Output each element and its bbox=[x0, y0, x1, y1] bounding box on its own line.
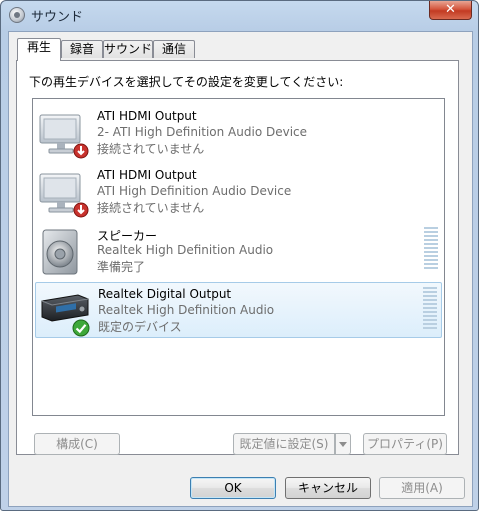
device-item-selected[interactable]: Realtek Digital Output Realtek High Defi… bbox=[35, 282, 442, 338]
sound-dialog: サウンド ✕ 再生 録音 サウンド 通信 下の再生デバイスを選択してその設定を変… bbox=[0, 0, 479, 511]
device-name: Realtek Digital Output bbox=[98, 287, 232, 301]
volume-level-meter bbox=[424, 227, 438, 273]
close-button[interactable]: ✕ bbox=[429, 1, 472, 20]
device-name: ATI HDMI Output bbox=[97, 168, 197, 182]
tab-communications[interactable]: 通信 bbox=[153, 40, 195, 58]
ok-button[interactable]: OK bbox=[190, 477, 276, 499]
cancel-button[interactable]: キャンセル bbox=[285, 477, 371, 499]
device-item[interactable]: ATI HDMI Output ATI High Definition Audi… bbox=[35, 164, 442, 220]
device-description: ATI High Definition Audio Device bbox=[97, 184, 292, 198]
disconnected-badge-icon bbox=[73, 143, 89, 159]
speaker-icon bbox=[42, 229, 78, 275]
tab-sounds[interactable]: サウンド bbox=[103, 40, 153, 58]
playback-panel: 下の再生デバイスを選択してその設定を変更してください: ATI HDMI Out… bbox=[16, 60, 459, 455]
device-description: Realtek High Definition Audio bbox=[98, 303, 275, 317]
device-description: 2- ATI High Definition Audio Device bbox=[97, 125, 308, 139]
device-item[interactable]: ATI HDMI Output 2- ATI High Definition A… bbox=[35, 105, 442, 161]
device-item[interactable]: スピーカー Realtek High Definition Audio 準備完了 bbox=[35, 223, 442, 279]
disconnected-badge-icon bbox=[73, 202, 89, 218]
device-name: スピーカー bbox=[97, 229, 158, 243]
apply-button[interactable]: 適用(A) bbox=[379, 477, 465, 499]
set-default-button[interactable]: 既定値に設定(S) bbox=[233, 433, 335, 455]
instruction-text: 下の再生デバイスを選択してその設定を変更してください: bbox=[29, 75, 344, 89]
device-status: 準備完了 bbox=[97, 260, 146, 274]
dialog-client-area: 再生 録音 サウンド 通信 下の再生デバイスを選択してその設定を変更してください… bbox=[8, 31, 473, 507]
set-default-dropdown-arrow[interactable] bbox=[335, 433, 351, 455]
speaker-title-icon bbox=[9, 7, 25, 23]
device-status: 接続されていません bbox=[97, 142, 205, 156]
device-description: Realtek High Definition Audio bbox=[97, 243, 274, 257]
title-bar[interactable]: サウンド ✕ bbox=[1, 1, 478, 29]
tab-playback[interactable]: 再生 bbox=[17, 38, 61, 61]
window-title: サウンド bbox=[31, 10, 84, 25]
device-status: 接続されていません bbox=[97, 201, 205, 215]
default-check-icon bbox=[72, 319, 90, 337]
volume-level-meter bbox=[423, 287, 437, 333]
device-name: ATI HDMI Output bbox=[97, 109, 197, 123]
device-status: 既定のデバイス bbox=[98, 320, 182, 334]
configure-button[interactable]: 構成(C) bbox=[34, 433, 120, 455]
device-list[interactable]: ATI HDMI Output 2- ATI High Definition A… bbox=[32, 98, 445, 416]
properties-button[interactable]: プロパティ(P) bbox=[363, 433, 447, 455]
tab-recording[interactable]: 録音 bbox=[61, 40, 103, 58]
